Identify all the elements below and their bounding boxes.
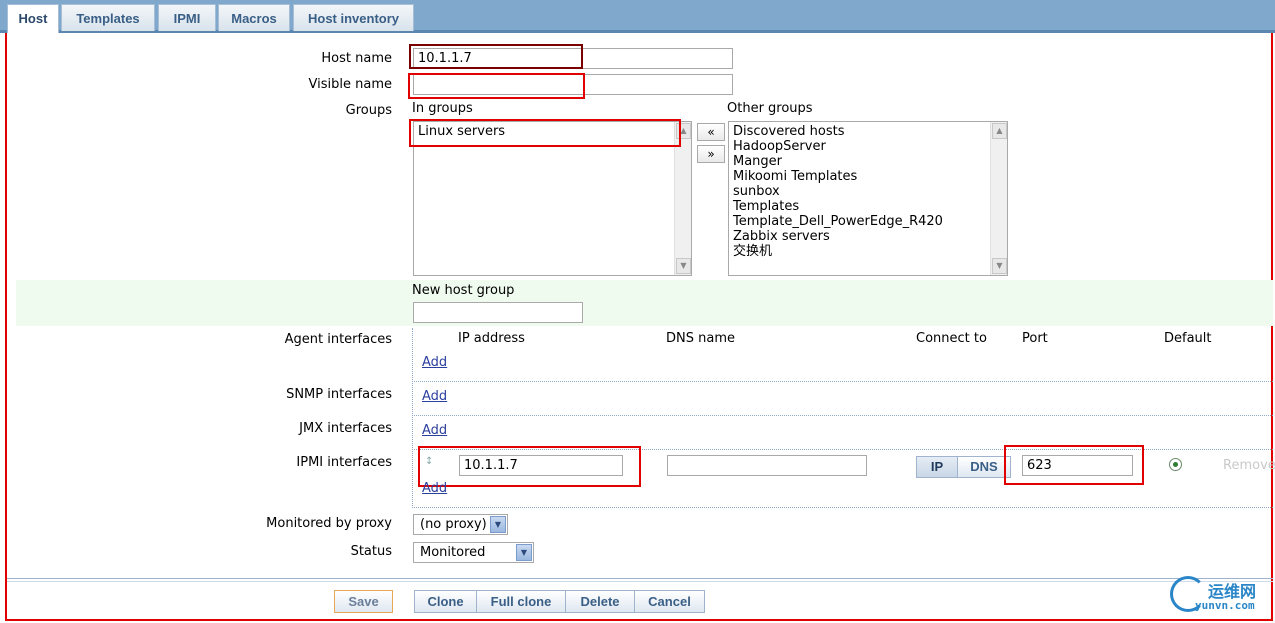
move-right-button[interactable]: » xyxy=(697,145,725,163)
new-host-group-input[interactable] xyxy=(413,302,583,323)
agent-divider xyxy=(412,381,1273,382)
default-header: Default xyxy=(1164,331,1212,346)
save-button[interactable]: Save xyxy=(334,590,393,613)
connect-to-header: Connect to xyxy=(916,331,987,346)
proxy-select-value: (no proxy) xyxy=(420,517,487,532)
watermark-site-text: yunvn.com xyxy=(1195,599,1255,612)
ipmi-divider xyxy=(412,507,1273,508)
port-header: Port xyxy=(1022,331,1048,346)
new-host-group-row xyxy=(16,280,1273,326)
host-name-annotation xyxy=(409,44,583,69)
jmx-interfaces-label: JMX interfaces xyxy=(299,421,392,436)
other-groups-listbox[interactable]: Discovered hosts HadoopServer Manger Mik… xyxy=(728,121,1008,276)
new-host-group-label: New host group xyxy=(412,283,515,298)
tab-ipmi[interactable]: IPMI xyxy=(158,4,216,31)
clone-button[interactable]: Clone xyxy=(414,590,477,613)
monitored-by-proxy-label: Monitored by proxy xyxy=(266,516,392,531)
other-group-item[interactable]: Template_Dell_PowerEdge_R420 xyxy=(733,214,1003,229)
connect-dns-button[interactable]: DNS xyxy=(957,456,1011,478)
ipmi-ip-annotation xyxy=(418,446,641,487)
footer-divider-2 xyxy=(7,581,1273,582)
groups-label: Groups xyxy=(345,103,392,118)
agent-add-link[interactable]: Add xyxy=(422,355,447,370)
agent-interfaces-label: Agent interfaces xyxy=(284,332,392,347)
tab-templates[interactable]: Templates xyxy=(61,4,155,31)
other-group-item[interactable]: HadoopServer xyxy=(733,139,1003,154)
ipmi-port-annotation xyxy=(1004,445,1144,485)
chevron-down-icon: ▼ xyxy=(516,544,532,561)
other-group-item[interactable]: Discovered hosts xyxy=(733,124,1003,139)
other-group-item[interactable]: 交换机 xyxy=(733,244,1003,259)
jmx-add-link[interactable]: Add xyxy=(422,423,447,438)
ipmi-dns-input[interactable] xyxy=(667,455,867,476)
in-groups-annotation xyxy=(409,119,681,147)
connect-ip-button[interactable]: IP xyxy=(916,456,958,478)
other-group-item[interactable]: Zabbix servers xyxy=(733,229,1003,244)
snmp-interfaces-label: SNMP interfaces xyxy=(286,387,392,402)
footer-divider xyxy=(7,578,1273,579)
ipmi-remove-link[interactable]: Remove xyxy=(1223,458,1275,473)
status-select-value: Monitored xyxy=(420,545,486,560)
ipmi-interfaces-label: IPMI interfaces xyxy=(296,455,392,470)
chevron-down-icon: ▼ xyxy=(490,516,506,533)
cancel-button[interactable]: Cancel xyxy=(634,590,705,613)
tab-host[interactable]: Host xyxy=(7,4,59,33)
interfaces-left-border xyxy=(412,328,413,508)
visible-name-annotation xyxy=(408,73,585,99)
other-group-item[interactable]: sunbox xyxy=(733,184,1003,199)
in-groups-heading: In groups xyxy=(412,101,473,116)
snmp-add-link[interactable]: Add xyxy=(422,389,447,404)
delete-button[interactable]: Delete xyxy=(565,590,635,613)
tab-host-inventory[interactable]: Host inventory xyxy=(293,4,414,31)
default-radio[interactable] xyxy=(1169,458,1182,471)
other-group-item[interactable]: Manger xyxy=(733,154,1003,169)
move-left-button[interactable]: « xyxy=(697,123,725,141)
ip-address-header: IP address xyxy=(458,331,525,346)
dns-name-header: DNS name xyxy=(666,331,735,346)
other-group-item[interactable]: Mikoomi Templates xyxy=(733,169,1003,184)
snmp-divider xyxy=(412,415,1273,416)
status-select[interactable]: Monitored ▼ xyxy=(413,542,534,563)
status-label: Status xyxy=(350,544,392,559)
other-groups-scrollbar[interactable]: ▲ ▼ xyxy=(990,122,1007,275)
proxy-select[interactable]: (no proxy) ▼ xyxy=(413,514,508,535)
other-groups-heading: Other groups xyxy=(727,101,813,116)
tab-macros[interactable]: Macros xyxy=(218,4,290,31)
full-clone-button[interactable]: Full clone xyxy=(476,590,566,613)
other-group-item[interactable]: Templates xyxy=(733,199,1003,214)
ipmi-add-link[interactable]: Add xyxy=(422,481,447,496)
host-name-label: Host name xyxy=(321,51,392,66)
visible-name-label: Visible name xyxy=(308,77,392,92)
